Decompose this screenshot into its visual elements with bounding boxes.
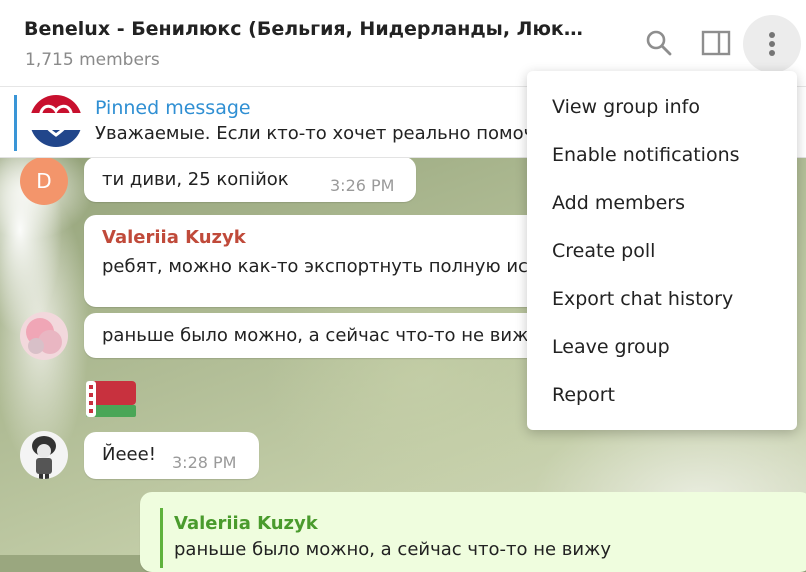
more-vertical-icon-dot — [769, 50, 775, 56]
belarus-flag-emoji — [86, 381, 136, 417]
menu-item-report[interactable]: Report — [527, 371, 797, 419]
message-bubble: Valeriia Kuzyk ребят, можно как-то экспо… — [84, 215, 588, 307]
menu-item-add-members[interactable]: Add members — [527, 179, 797, 227]
pinned-avatar — [30, 95, 82, 147]
message-bubble: Йеее! 3:28 PM — [84, 432, 259, 479]
outgoing-message-bubble: Valeriia Kuzyk раньше было можно, а сейч… — [140, 492, 806, 572]
sidebar-toggle-icon[interactable] — [701, 28, 731, 58]
menu-item-label: Enable notifications — [552, 144, 740, 166]
menu-item-label: Leave group — [552, 336, 670, 358]
message-time: 3:28 PM — [172, 453, 237, 472]
more-options-button[interactable] — [743, 15, 801, 73]
menu-item-label: Export chat history — [552, 288, 734, 310]
pinned-accent-line — [14, 95, 17, 151]
menu-item-enable-notifications[interactable]: Enable notifications — [527, 131, 797, 179]
message-bubble: ти диви, 25 копійок 3:26 PM — [84, 157, 416, 202]
message-time: 3:26 PM — [330, 176, 395, 195]
reply-quoted-text[interactable]: раньше было можно, а сейчас что-то не ви… — [174, 539, 611, 560]
more-vertical-icon — [769, 32, 775, 38]
more-vertical-icon-dot — [769, 41, 775, 47]
message-bubble: раньше было можно, а сейчас что-то не ви… — [84, 313, 584, 358]
menu-item-leave-group[interactable]: Leave group — [527, 323, 797, 371]
menu-item-view-group-info[interactable]: View group info — [527, 83, 797, 131]
chat-title[interactable]: Benelux - Бенилюкс (Бельгия, Нидерланды,… — [24, 18, 584, 40]
avatar[interactable] — [20, 312, 68, 360]
pinned-text: Уважаемые. Если кто-то хочет реально пом… — [95, 123, 545, 144]
menu-item-export-chat-history[interactable]: Export chat history — [527, 275, 797, 323]
message-text: Йеее! — [102, 444, 156, 465]
menu-item-label: Report — [552, 384, 615, 406]
member-count: 1,715 members — [25, 50, 160, 70]
message-text: ти диви, 25 копійок — [102, 169, 289, 190]
menu-item-create-poll[interactable]: Create poll — [527, 227, 797, 275]
search-icon[interactable] — [644, 28, 674, 58]
menu-item-label: Add members — [552, 192, 685, 214]
message-text: ребят, можно как-то экспортнуть полную и… — [102, 256, 588, 277]
avatar[interactable]: D — [20, 157, 68, 205]
menu-item-label: View group info — [552, 96, 700, 118]
message-text: раньше было можно, а сейчас что-то не ви… — [102, 325, 539, 346]
menu-item-label: Create poll — [552, 240, 656, 262]
reply-accent-line — [160, 508, 163, 568]
chat-options-menu: View group info Enable notifications Add… — [527, 71, 797, 430]
reply-sender-name[interactable]: Valeriia Kuzyk — [174, 513, 318, 534]
sender-name[interactable]: Valeriia Kuzyk — [102, 227, 246, 248]
avatar[interactable] — [20, 431, 68, 479]
pinned-title: Pinned message — [95, 97, 251, 119]
